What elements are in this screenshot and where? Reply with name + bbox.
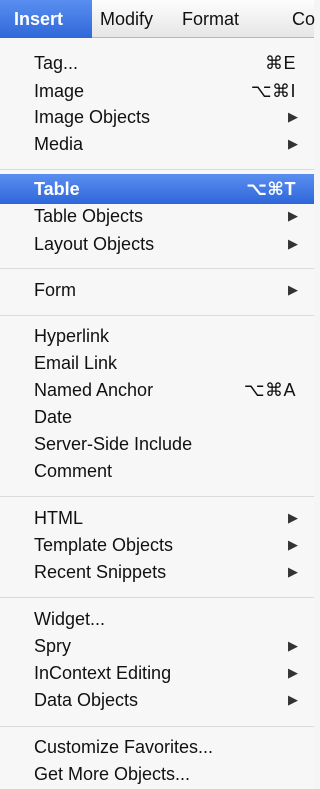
menu-item-label: Tag...: [34, 53, 79, 73]
menu-item-widget[interactable]: Widget...: [0, 605, 314, 633]
menu-item-label: Table Objects: [34, 206, 144, 226]
menu-item-label: Spry: [34, 636, 72, 656]
shortcut-label: ⌥⌘A: [243, 380, 296, 400]
menu-item-spry[interactable]: Spry ▶: [0, 632, 314, 660]
menu-separator: [0, 268, 314, 269]
menu-item-table[interactable]: Table ⌥⌘T: [0, 174, 314, 204]
menu-item-image-objects[interactable]: Image Objects ▶: [0, 103, 314, 131]
menu-item-layout-objects[interactable]: Layout Objects ▶: [0, 230, 314, 258]
submenu-arrow-icon: ▶: [288, 638, 298, 653]
shortcut-label: ⌥⌘I: [250, 81, 296, 101]
menu-item-named-anchor[interactable]: Named Anchor ⌥⌘A: [0, 376, 314, 404]
menu-item-label: Media: [34, 134, 84, 154]
menu-item-label: Image: [34, 81, 85, 101]
menu-item-customize-favorites[interactable]: Customize Favorites...: [0, 733, 314, 761]
menu-format[interactable]: Format: [182, 0, 239, 38]
menu-item-label: Hyperlink: [34, 326, 110, 346]
menu-item-tag[interactable]: Tag... ⌘E: [0, 49, 314, 77]
menu-item-table-objects[interactable]: Table Objects ▶: [0, 202, 314, 230]
menu-commands-partial[interactable]: Co: [292, 0, 315, 38]
menu-item-incontext-editing[interactable]: InContext Editing ▶: [0, 659, 314, 687]
submenu-arrow-icon: ▶: [288, 236, 298, 251]
submenu-arrow-icon: ▶: [288, 537, 298, 552]
menu-item-hyperlink[interactable]: Hyperlink: [0, 322, 314, 350]
menu-item-form[interactable]: Form ▶: [0, 276, 314, 304]
menu-item-label: Template Objects: [34, 535, 174, 555]
menu-insert[interactable]: Insert: [0, 0, 92, 38]
menu-bar: Insert Modify Format Co: [0, 0, 315, 38]
menu-item-label: Image Objects: [34, 107, 151, 127]
menu-separator: [0, 169, 314, 170]
menu-item-get-more-objects[interactable]: Get More Objects...: [0, 760, 314, 788]
submenu-arrow-icon: ▶: [288, 136, 298, 151]
menu-item-template-objects[interactable]: Template Objects ▶: [0, 531, 314, 559]
menu-separator: [0, 726, 314, 727]
submenu-arrow-icon: ▶: [288, 208, 298, 223]
menu-item-label: Widget...: [34, 609, 106, 629]
insert-dropdown-menu: Tag... ⌘E Image ⌥⌘I Image Objects ▶ Medi…: [0, 38, 314, 789]
menu-item-label: InContext Editing: [34, 663, 172, 683]
menu-item-label: Server-Side Include: [34, 434, 193, 454]
menu-item-label: Get More Objects...: [34, 764, 191, 784]
menu-modify[interactable]: Modify: [100, 0, 153, 38]
menu-item-comment[interactable]: Comment: [0, 457, 314, 485]
submenu-arrow-icon: ▶: [288, 692, 298, 707]
menu-separator: [0, 496, 314, 497]
submenu-arrow-icon: ▶: [288, 665, 298, 680]
menu-item-label: Customize Favorites...: [34, 737, 214, 757]
menu-item-html[interactable]: HTML ▶: [0, 504, 314, 532]
shortcut-label: ⌥⌘T: [246, 179, 296, 199]
menu-item-data-objects[interactable]: Data Objects ▶: [0, 686, 314, 714]
menu-item-image[interactable]: Image ⌥⌘I: [0, 77, 314, 105]
menu-separator: [0, 597, 314, 598]
submenu-arrow-icon: ▶: [288, 564, 298, 579]
menu-item-label: Comment: [34, 461, 113, 481]
menu-item-recent-snippets[interactable]: Recent Snippets ▶: [0, 558, 314, 586]
menu-item-label: Form: [34, 280, 76, 300]
shortcut-label: ⌘E: [264, 53, 296, 73]
menu-separator: [0, 315, 314, 316]
submenu-arrow-icon: ▶: [288, 282, 298, 297]
menu-item-label: Email Link: [34, 353, 118, 373]
menu-item-email-link[interactable]: Email Link: [0, 349, 314, 377]
submenu-arrow-icon: ▶: [288, 109, 298, 124]
menu-item-label: Layout Objects: [34, 234, 155, 254]
menu-item-server-side-include[interactable]: Server-Side Include: [0, 430, 314, 458]
menu-item-label: Recent Snippets: [34, 562, 167, 582]
menu-item-date[interactable]: Date: [0, 403, 314, 431]
submenu-arrow-icon: ▶: [288, 510, 298, 525]
menu-item-label: HTML: [34, 508, 83, 528]
menu-item-label: Table: [34, 179, 80, 199]
menu-item-media[interactable]: Media ▶: [0, 130, 314, 158]
menu-item-label: Named Anchor: [34, 380, 154, 400]
menu-item-label: Data Objects: [34, 690, 139, 710]
menu-item-label: Date: [34, 407, 73, 427]
